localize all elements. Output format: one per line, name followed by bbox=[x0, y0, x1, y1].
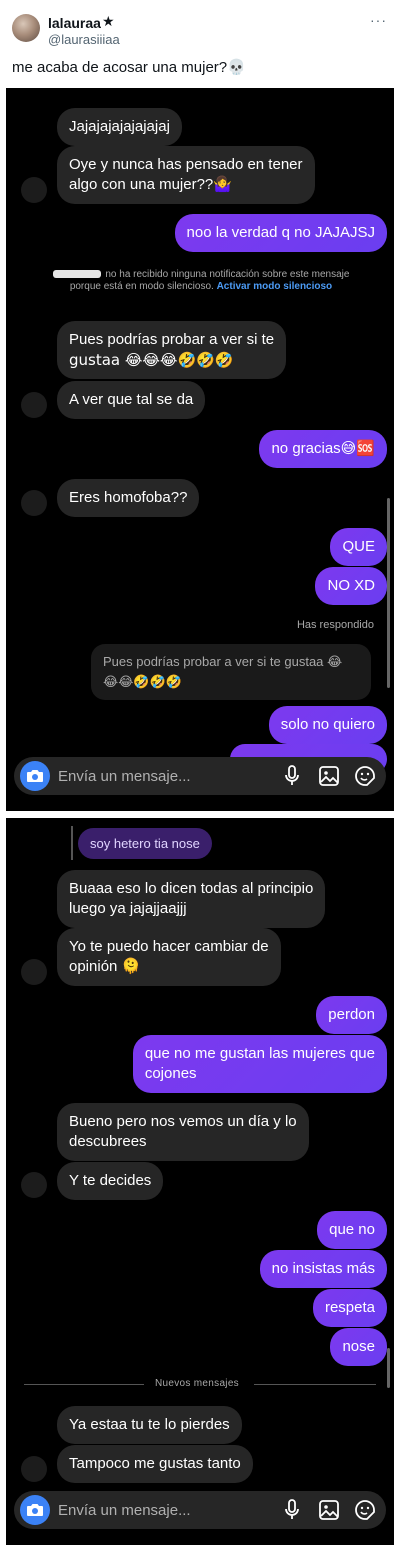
message-sent: que no me gustan las mujeres que cojones bbox=[132, 1035, 387, 1093]
sender-avatar[interactable] bbox=[21, 1456, 47, 1482]
new-messages-divider: Nuevos mensajes bbox=[155, 1378, 239, 1389]
message-sent: no insistas más bbox=[259, 1250, 387, 1288]
message-line: Yo te puedo hacer cambiar de bbox=[69, 938, 269, 955]
sender-avatar[interactable] bbox=[21, 392, 47, 418]
message-received: Buaaa eso lo dicen todas al principio lu… bbox=[57, 870, 326, 928]
message-sent: no gracias😅🆘 bbox=[259, 430, 387, 468]
microphone-icon[interactable] bbox=[284, 765, 300, 787]
message-sent: nose bbox=[330, 1328, 387, 1366]
message-received: Yo te puedo hacer cambiar de opinión 🫠 bbox=[57, 928, 281, 986]
more-icon[interactable]: ··· bbox=[370, 12, 387, 28]
quote-line: Pues podrías probar a ver si te gustaa 😂 bbox=[103, 654, 343, 669]
message-sent: respeta bbox=[312, 1289, 387, 1327]
gallery-icon[interactable] bbox=[318, 1499, 340, 1521]
sticker-icon[interactable] bbox=[354, 765, 376, 787]
message-received: Bueno pero nos vemos un día y lo descubr… bbox=[57, 1103, 309, 1161]
message-line: descubrees bbox=[69, 1133, 147, 1150]
message-sent: noo la verdad q no JAJAJSJ bbox=[174, 214, 387, 252]
chat-screenshot-1: Jajajajajajajajaj Oye y nunca has pensad… bbox=[6, 88, 394, 811]
replied-to-message[interactable]: soy hetero tia nose bbox=[78, 828, 212, 859]
message-sent: NO XD bbox=[315, 567, 387, 605]
replied-label: Has respondido bbox=[296, 619, 374, 631]
sender-avatar[interactable] bbox=[21, 959, 47, 985]
chat-screenshot-2: soy hetero tia nose Buaaa eso lo dicen t… bbox=[6, 818, 394, 1545]
message-line: Oye y nunca has pensado en tener bbox=[69, 156, 303, 173]
message-received: Tampoco me gustas tanto bbox=[57, 1445, 253, 1483]
sender-avatar[interactable] bbox=[21, 490, 47, 516]
divider-line bbox=[24, 1384, 144, 1385]
silent-mode-notice: no ha recibido ninguna notificación sobr… bbox=[46, 269, 356, 293]
handle[interactable]: @laurasiiiaa bbox=[48, 32, 120, 47]
divider-line bbox=[254, 1384, 376, 1385]
camera-icon bbox=[27, 770, 43, 782]
message-line: Pues podrías probar a ver si te bbox=[69, 331, 275, 348]
camera-icon bbox=[27, 1504, 43, 1516]
message-received: Pues podrías probar a ver si te gustaa 😂… bbox=[57, 321, 287, 379]
avatar[interactable] bbox=[12, 14, 40, 42]
message-input[interactable] bbox=[58, 765, 268, 787]
sender-avatar[interactable] bbox=[21, 1172, 47, 1198]
message-received: Ya estaa tu te lo pierdes bbox=[57, 1406, 242, 1444]
star-icon: ★ bbox=[102, 13, 115, 29]
message-sent: que no bbox=[317, 1211, 387, 1249]
message-received: Oye y nunca has pensado en tener algo co… bbox=[57, 146, 315, 204]
redacted-name bbox=[52, 270, 101, 279]
camera-button[interactable] bbox=[20, 761, 50, 791]
sender-avatar[interactable] bbox=[21, 177, 47, 203]
activate-silent-mode-link[interactable]: Activar modo silencioso bbox=[217, 281, 333, 292]
tweet-text: me acaba de acosar una mujer?💀 bbox=[12, 59, 246, 76]
camera-button[interactable] bbox=[20, 1495, 50, 1525]
quoted-message[interactable]: Pues podrías probar a ver si te gustaa 😂… bbox=[91, 644, 371, 700]
quote-line: 😂😂🤣🤣🤣 bbox=[103, 674, 182, 689]
message-line: algo con una mujer??🤷‍♀️ bbox=[69, 176, 232, 193]
sticker-icon[interactable] bbox=[354, 1499, 376, 1521]
microphone-icon[interactable] bbox=[284, 1499, 300, 1521]
message-received: Eres homofoba?? bbox=[57, 479, 200, 517]
message-input[interactable] bbox=[58, 1499, 268, 1521]
display-name[interactable]: lalauraa bbox=[48, 15, 101, 31]
message-sent: solo no quiero bbox=[268, 706, 387, 744]
message-sent: perdon bbox=[316, 996, 387, 1034]
scrollbar[interactable] bbox=[387, 1348, 390, 1388]
message-line: luego ya jajajjaajjj bbox=[69, 900, 187, 917]
message-line: cojones bbox=[144, 1065, 197, 1082]
message-line: que no me gustan las mujeres que bbox=[144, 1045, 375, 1062]
reply-context-bar bbox=[71, 826, 73, 860]
message-received: Y te decides bbox=[57, 1162, 164, 1200]
message-line: Buaaa eso lo dicen todas al principio bbox=[69, 880, 314, 897]
scrollbar[interactable] bbox=[387, 498, 390, 688]
message-composer bbox=[14, 757, 386, 795]
message-sent: QUE bbox=[330, 528, 387, 566]
message-received: Jajajajajajajajaj bbox=[57, 108, 182, 146]
message-composer bbox=[14, 1491, 386, 1529]
message-received: A ver que tal se da bbox=[57, 381, 206, 419]
message-line: Bueno pero nos vemos un día y lo bbox=[69, 1113, 297, 1130]
message-line: opinión 🫠 bbox=[69, 958, 141, 975]
tweet-header: lalauraa ★ @laurasiiiaa ··· me acaba de … bbox=[0, 0, 400, 88]
message-line: gustaa 😂😂😂🤣🤣🤣 bbox=[69, 351, 234, 369]
gallery-icon[interactable] bbox=[318, 765, 340, 787]
